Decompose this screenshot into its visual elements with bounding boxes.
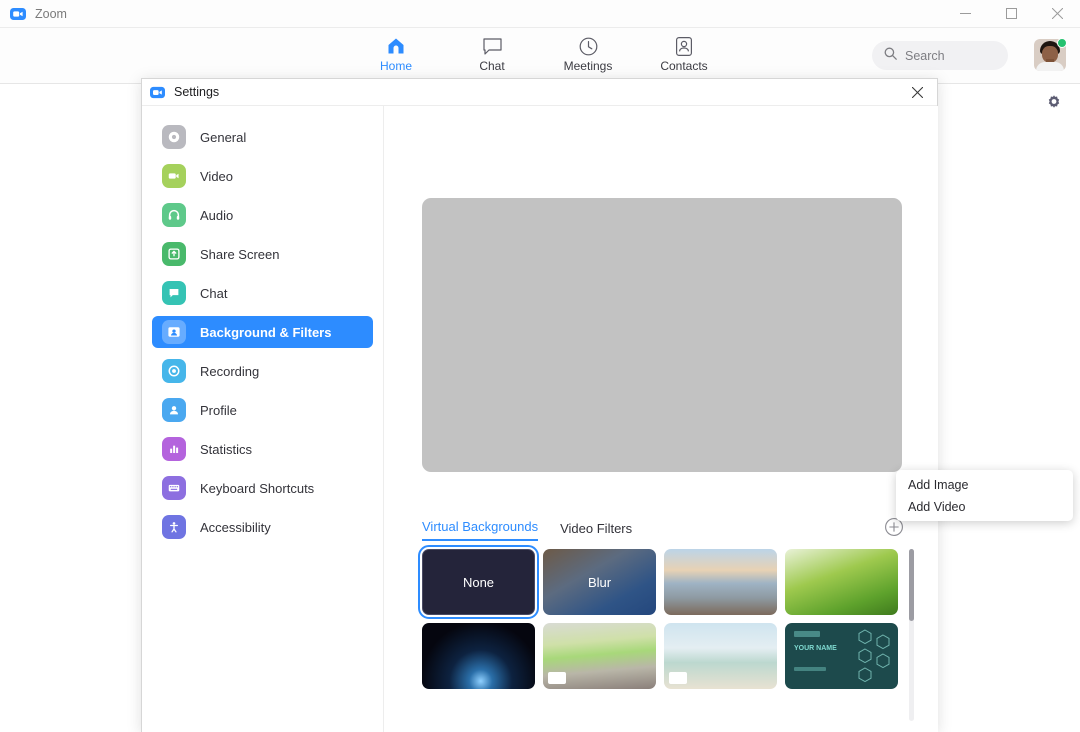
hexagon-pattern-icon	[856, 627, 894, 685]
background-person-icon	[162, 320, 186, 344]
avatar-body	[1036, 62, 1064, 71]
background-thumb-aurora-forest[interactable]	[543, 623, 656, 689]
sidebar-label-general: General	[200, 129, 247, 145]
dialog-title: Settings	[174, 85, 220, 99]
sidebar-label-background-filters: Background & Filters	[200, 324, 332, 340]
sidebar-item-recording[interactable]: Recording	[152, 355, 373, 387]
dialog-close-icon[interactable]	[897, 79, 937, 106]
contacts-person-icon	[676, 36, 692, 56]
background-thumb-earth-from-space[interactable]	[422, 623, 535, 689]
scrollbar-thumb[interactable]	[909, 549, 914, 621]
video-preview	[422, 198, 902, 472]
search-icon	[884, 47, 897, 65]
accessibility-icon	[162, 515, 186, 539]
add-background-dropdown: Add Image Add Video	[896, 470, 1073, 521]
settings-sidebar: General Video Audio Share Screen Chat Ba…	[142, 106, 384, 732]
dialog-titlebar: Settings	[142, 79, 937, 106]
sidebar-item-video[interactable]: Video	[152, 160, 373, 192]
nav-label-meetings: Meetings	[563, 59, 613, 73]
video-badge-icon	[669, 672, 687, 684]
search-placeholder: Search	[905, 48, 945, 63]
card-subtitle	[794, 667, 826, 671]
background-thumb-grass[interactable]	[785, 549, 898, 615]
sidebar-label-keyboard-shortcuts: Keyboard Shortcuts	[200, 480, 315, 496]
zoom-camera-icon	[10, 6, 26, 22]
sidebar-label-recording: Recording	[200, 363, 260, 379]
sidebar-item-general[interactable]: General	[152, 121, 373, 153]
keyboard-icon	[162, 476, 186, 500]
chat-bubble-icon	[482, 36, 502, 56]
sidebar-label-video: Video	[200, 168, 234, 184]
zoom-camera-icon	[150, 85, 165, 100]
nav-label-contacts: Contacts	[660, 59, 708, 73]
maximize-icon[interactable]	[988, 0, 1034, 28]
background-thumb-your-name-card[interactable]: YOUR NAME	[785, 623, 898, 689]
menu-item-add-image[interactable]: Add Image	[896, 474, 1073, 496]
avatar[interactable]	[1034, 38, 1067, 71]
backgrounds-scrollbar[interactable]	[909, 549, 914, 721]
sidebar-label-profile: Profile	[200, 402, 237, 418]
window-titlebar: Zoom	[0, 0, 1080, 28]
background-filters-pane: Virtual Backgrounds Video Filters None B…	[384, 106, 938, 732]
sidebar-label-chat: Chat	[200, 285, 228, 301]
tab-video-filters[interactable]: Video Filters	[560, 521, 632, 541]
zoom-app-window: Zoom Home Chat Meetings Contacts Search …	[0, 0, 1080, 732]
settings-gear-icon[interactable]	[1044, 93, 1064, 113]
nav-item-home[interactable]: Home	[365, 32, 427, 73]
sidebar-item-accessibility[interactable]: Accessibility	[152, 511, 373, 543]
background-label-none: None	[462, 574, 495, 590]
sidebar-label-share-screen: Share Screen	[200, 246, 280, 262]
nav-item-contacts[interactable]: Contacts	[653, 32, 715, 73]
home-icon	[386, 36, 406, 56]
bar-chart-icon	[162, 437, 186, 461]
nav-label-home: Home	[379, 59, 412, 73]
menu-item-add-video[interactable]: Add Video	[896, 496, 1073, 518]
sidebar-item-background-filters[interactable]: Background & Filters	[152, 316, 373, 348]
card-logo	[794, 631, 820, 637]
gear-icon	[162, 125, 186, 149]
nav-label-chat: Chat	[479, 59, 505, 73]
sidebar-label-share-audio: Audio	[200, 207, 234, 223]
background-label-your-name: YOUR NAME	[794, 645, 837, 652]
sidebar-label-accessibility: Accessibility	[200, 519, 271, 535]
record-circle-icon	[162, 359, 186, 383]
backgrounds-grid-wrapper: None Blur YOUR NAME	[418, 545, 917, 727]
minimize-icon[interactable]	[942, 0, 988, 28]
sidebar-item-statistics[interactable]: Statistics	[152, 433, 373, 465]
background-thumb-blur[interactable]: Blur	[543, 549, 656, 615]
search-input[interactable]: Search	[872, 41, 1008, 70]
chat-bubble-icon	[162, 281, 186, 305]
sidebar-item-profile[interactable]: Profile	[152, 394, 373, 426]
window-controls	[942, 0, 1080, 28]
sidebar-item-share-screen[interactable]: Share Screen	[152, 238, 373, 270]
sidebar-item-audio[interactable]: Audio	[152, 199, 373, 231]
settings-dialog: Settings General Video Audio Share Scree…	[141, 78, 938, 732]
nav-item-meetings[interactable]: Meetings	[557, 32, 619, 73]
close-icon[interactable]	[1034, 0, 1080, 28]
person-icon	[162, 398, 186, 422]
clock-icon	[579, 36, 598, 56]
background-thumb-beach-palm[interactable]	[664, 623, 777, 689]
sidebar-item-keyboard-shortcuts[interactable]: Keyboard Shortcuts	[152, 472, 373, 504]
pane-tabs: Virtual Backgrounds Video Filters	[422, 519, 632, 541]
background-label-blur: Blur	[587, 574, 612, 590]
background-thumb-golden-gate-bridge[interactable]	[664, 549, 777, 615]
top-navigation: Home Chat Meetings Contacts Search	[0, 28, 1080, 84]
video-badge-icon	[548, 672, 566, 684]
headphones-icon	[162, 203, 186, 227]
video-camera-icon	[162, 164, 186, 188]
status-badge	[1057, 38, 1067, 48]
window-title: Zoom	[35, 6, 67, 21]
nav-item-chat[interactable]: Chat	[461, 32, 523, 73]
sidebar-label-statistics: Statistics	[200, 441, 253, 457]
background-thumb-none[interactable]: None	[418, 545, 539, 619]
sidebar-item-chat[interactable]: Chat	[152, 277, 373, 309]
backgrounds-grid: None Blur YOUR NAME	[418, 545, 900, 689]
share-screen-icon	[162, 242, 186, 266]
tab-virtual-backgrounds[interactable]: Virtual Backgrounds	[422, 519, 539, 541]
